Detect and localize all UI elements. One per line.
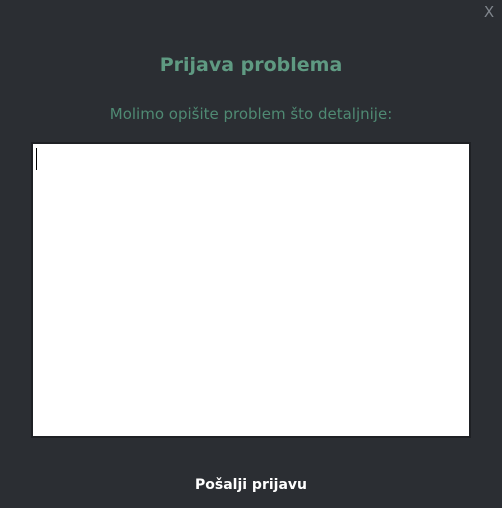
report-problem-dialog: X Prijava problema Molimo opišite proble… <box>0 0 502 508</box>
dialog-title: Prijava problema <box>159 54 343 76</box>
problem-description-input[interactable] <box>33 144 469 436</box>
close-button[interactable]: X <box>480 2 498 22</box>
text-caret <box>36 148 37 170</box>
description-field-frame <box>31 142 471 438</box>
submit-report-button[interactable]: Pošalji prijavu <box>151 471 351 499</box>
dialog-instructions: Molimo opišite problem što detaljnije: <box>109 105 393 123</box>
